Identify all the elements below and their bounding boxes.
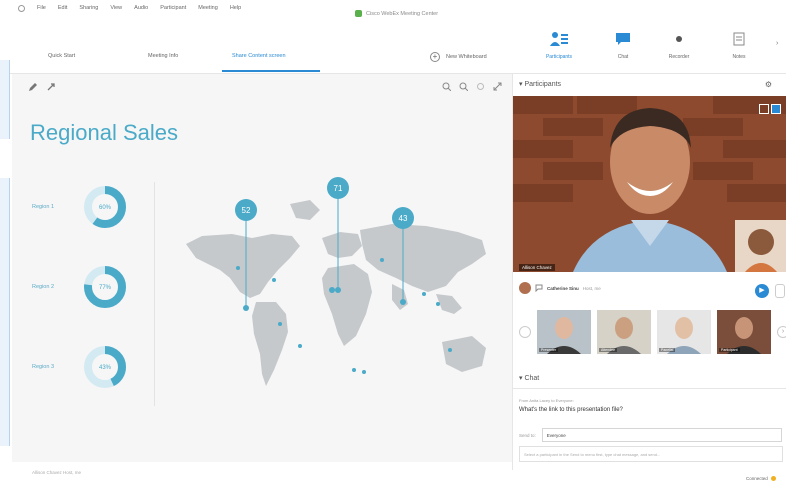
participant-thumbnails: Presenter Attendee Panelist Participant … <box>519 310 786 354</box>
pencil-icon[interactable] <box>28 82 38 94</box>
layout-switch[interactable] <box>759 104 781 114</box>
donut-chart: 77% <box>84 266 126 308</box>
region-label: Region 3 <box>32 364 55 370</box>
participant-thumb[interactable]: Attendee <box>597 310 651 354</box>
menu-view[interactable]: View <box>110 5 122 12</box>
tab-meeting-info[interactable]: Meeting Info <box>148 53 178 59</box>
participant-thumb[interactable]: Panelist <box>657 310 711 354</box>
region-1-stat: Region 1 60% <box>32 184 128 230</box>
gear-icon[interactable]: ⚙ <box>765 80 772 89</box>
pin-value: 71 <box>334 184 343 193</box>
menu-edit[interactable]: Edit <box>58 5 67 12</box>
chat-icon <box>600 30 646 48</box>
next-icon[interactable]: › <box>777 326 786 338</box>
slide-divider <box>154 182 155 406</box>
left-edge-panel-lower <box>0 178 10 446</box>
grid-layout-icon[interactable] <box>759 104 769 114</box>
region-2-stat: Region 2 77% <box>32 264 128 310</box>
fit-icon[interactable] <box>476 82 485 93</box>
new-whiteboard-button[interactable]: + New Whiteboard <box>430 52 487 62</box>
more-button[interactable] <box>775 284 785 298</box>
menu-audio[interactable]: Audio <box>134 5 148 12</box>
focus-layout-icon[interactable] <box>771 104 781 114</box>
region-label: Region 1 <box>32 204 55 210</box>
donut-value: 60% <box>99 205 112 211</box>
menu-participant[interactable]: Participant <box>160 5 186 12</box>
menu-bar: File Edit Sharing View Audio Participant… <box>18 5 241 12</box>
chat-header[interactable]: ▾ Chat <box>519 374 539 382</box>
menu-meeting[interactable]: Meeting <box>198 5 218 12</box>
toolbar-participants[interactable]: Participants <box>536 30 582 60</box>
active-tab-indicator <box>222 70 320 72</box>
zoom-out-icon[interactable] <box>459 82 469 93</box>
app-menu-icon[interactable] <box>18 5 25 12</box>
pin-value: 43 <box>399 214 408 223</box>
toolbar-recorder[interactable]: Recorder <box>656 30 702 60</box>
tab-share-content[interactable]: Share Content screen <box>232 53 286 59</box>
notes-icon <box>716 30 762 48</box>
chat-message: What's the link to this presentation fil… <box>519 407 623 413</box>
chat-input[interactable]: Select a participant in the Send to menu… <box>519 446 783 462</box>
participants-icon <box>536 30 582 48</box>
chat-message-meta: From Anita Lacey to Everyone: <box>519 398 574 403</box>
slide-title: Regional Sales <box>30 120 178 145</box>
toolbar-notes[interactable]: Notes <box>716 30 762 60</box>
participant-thumb[interactable]: Participant <box>717 310 771 354</box>
plus-icon: + <box>430 52 440 62</box>
record-icon <box>656 30 702 48</box>
avatar <box>519 282 531 294</box>
donut-value: 77% <box>99 285 112 291</box>
menu-sharing[interactable]: Sharing <box>79 5 98 12</box>
donut-value: 43% <box>99 365 112 371</box>
left-edge-panel <box>0 60 10 139</box>
world-map: 52 71 43 <box>186 177 486 386</box>
fullscreen-icon[interactable] <box>493 82 502 93</box>
connection-status: Connected <box>746 476 776 481</box>
donut-chart: 60% <box>84 186 126 228</box>
pin-value: 52 <box>242 206 251 215</box>
annotation-tools <box>28 82 56 94</box>
right-panel: ▾ Participants ⚙ Allison Chavez Catherin… <box>512 74 786 470</box>
send-to-row: Send to: Everyone <box>519 428 782 442</box>
toolbar-more-icon[interactable]: › <box>776 40 778 47</box>
toolbar-chat[interactable]: Chat <box>600 30 646 60</box>
menu-file[interactable]: File <box>37 5 46 12</box>
send-to-select[interactable]: Everyone <box>541 428 782 442</box>
window-title: Cisco WebEx Meeting Center <box>355 10 438 17</box>
participant-thumb[interactable]: Presenter <box>537 310 591 354</box>
zoom-in-icon[interactable] <box>442 82 452 93</box>
app-window: File Edit Sharing View Audio Participant… <box>0 0 786 492</box>
video-toggle-button[interactable]: ▶ <box>755 284 769 298</box>
participants-header[interactable]: ▾ Participants <box>519 80 561 88</box>
menu-help[interactable]: Help <box>230 5 241 12</box>
region-label: Region 2 <box>32 284 55 290</box>
speaker-video-frame <box>513 96 786 272</box>
active-speaker-video <box>513 96 786 272</box>
bottom-status: Allison Chavez Host, me <box>32 470 82 475</box>
chat-divider <box>513 388 786 389</box>
chat-bubble-icon <box>535 284 543 293</box>
status-dot-icon <box>770 476 776 481</box>
current-speaker: Catherine Sinu Host, me <box>519 282 601 294</box>
shared-content-area: Regional Sales Region 1 60% Region 2 77%… <box>12 74 512 462</box>
donut-chart: 43% <box>84 346 126 388</box>
prev-icon[interactable] <box>519 326 531 338</box>
title-bar: File Edit Sharing View Audio Participant… <box>0 0 786 22</box>
webex-logo-icon <box>355 10 362 17</box>
view-tools <box>442 82 502 93</box>
pointer-icon[interactable] <box>46 82 56 94</box>
region-3-stat: Region 3 43% <box>32 344 128 390</box>
tab-quick-start[interactable]: Quick Start <box>48 53 75 59</box>
speaker-name-tag: Allison Chavez <box>519 264 555 271</box>
